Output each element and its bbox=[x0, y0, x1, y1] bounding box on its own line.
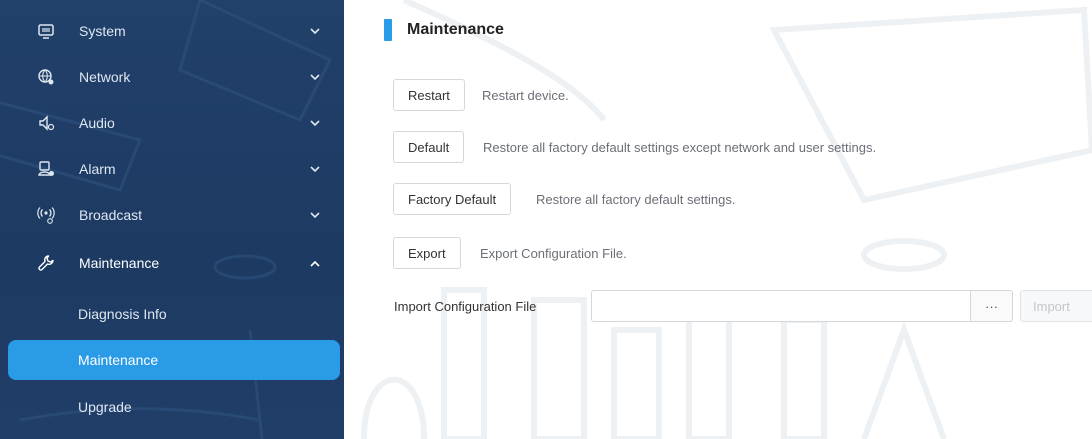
sidebar-item-alarm[interactable]: Alarm bbox=[0, 146, 344, 192]
broadcast-icon bbox=[36, 205, 56, 225]
main-content: Maintenance Restart Restart device. Defa… bbox=[344, 0, 1092, 439]
sidebar-item-label: Audio bbox=[79, 115, 115, 131]
sidebar-item-maintenance[interactable]: Maintenance bbox=[0, 240, 344, 286]
sidebar-subitem-diagnosis-info[interactable]: Diagnosis Info bbox=[8, 294, 340, 334]
default-description: Restore all factory default settings exc… bbox=[483, 140, 877, 155]
export-description: Export Configuration File. bbox=[480, 246, 627, 261]
sidebar-item-label: Alarm bbox=[79, 161, 116, 177]
sidebar: System Network Audio Alarm Broadcast Mai… bbox=[0, 0, 344, 439]
chevron-down-icon bbox=[310, 72, 320, 82]
monitor-icon bbox=[36, 21, 56, 41]
chevron-down-icon bbox=[310, 26, 320, 36]
import-button[interactable]: Import bbox=[1020, 290, 1092, 322]
sidebar-item-label: System bbox=[79, 23, 126, 39]
factory-default-description: Restore all factory default settings. bbox=[536, 192, 736, 207]
sidebar-item-broadcast[interactable]: Broadcast bbox=[0, 192, 344, 238]
sidebar-subitem-label: Upgrade bbox=[78, 399, 132, 415]
factory-default-button[interactable]: Factory Default bbox=[393, 183, 512, 215]
sidebar-subitem-label: Maintenance bbox=[78, 352, 159, 368]
speaker-icon bbox=[36, 113, 56, 133]
restart-button[interactable]: Restart bbox=[393, 79, 465, 111]
globe-network-icon bbox=[36, 67, 56, 87]
sidebar-item-label: Broadcast bbox=[79, 207, 143, 223]
sidebar-subitem-upgrade[interactable]: Upgrade bbox=[8, 387, 340, 427]
chevron-down-icon bbox=[310, 118, 320, 128]
wrench-icon bbox=[36, 253, 56, 273]
alarm-user-icon bbox=[36, 159, 56, 179]
app-window: System Network Audio Alarm Broadcast Mai… bbox=[0, 0, 1092, 439]
chevron-down-icon bbox=[310, 164, 320, 174]
title-accent-bar bbox=[384, 19, 392, 41]
sidebar-item-audio[interactable]: Audio bbox=[0, 100, 344, 146]
sidebar-subitem-label: Diagnosis Info bbox=[78, 306, 167, 322]
sidebar-subitem-maintenance[interactable]: Maintenance bbox=[8, 340, 340, 380]
restart-description: Restart device. bbox=[482, 88, 569, 103]
sidebar-item-network[interactable]: Network bbox=[0, 54, 344, 100]
import-file-path-input[interactable] bbox=[591, 290, 971, 322]
import-config-label: Import Configuration File bbox=[394, 299, 537, 314]
chevron-down-icon bbox=[310, 210, 320, 220]
sidebar-item-label: Network bbox=[79, 69, 131, 85]
sidebar-item-label: Maintenance bbox=[79, 255, 160, 271]
sidebar-item-system[interactable]: System bbox=[0, 8, 344, 54]
browse-file-button[interactable]: ··· bbox=[971, 290, 1013, 322]
export-button[interactable]: Export bbox=[393, 237, 461, 269]
default-button[interactable]: Default bbox=[393, 131, 465, 163]
page-title: Maintenance bbox=[407, 21, 504, 38]
background-watermark bbox=[361, 0, 1092, 439]
chevron-up-icon bbox=[310, 258, 320, 268]
